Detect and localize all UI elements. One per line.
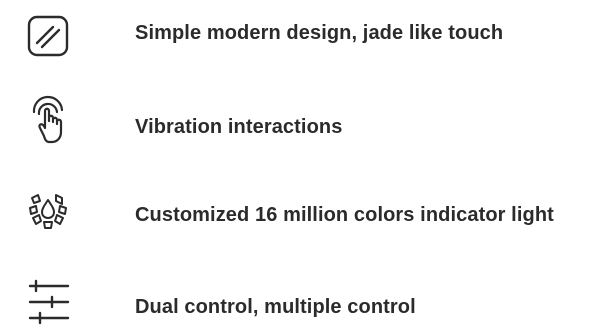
feature-item-colors: Customized 16 million colors indicator l… [0,184,596,244]
feature-label-design: Simple modern design, jade like touch [135,22,504,44]
color-light-ring-icon [22,184,74,236]
vibration-touch-icon [22,94,74,146]
feature-item-design: Simple modern design, jade like touch [0,2,596,62]
feature-item-control: Dual control, multiple control [0,272,596,332]
feature-label-colors: Customized 16 million colors indicator l… [135,204,554,226]
slash-square-icon [22,10,74,62]
feature-item-vibration: Vibration interactions [0,94,596,154]
feature-label-vibration: Vibration interactions [135,116,343,138]
feature-label-control: Dual control, multiple control [135,296,416,318]
control-sliders-icon [22,276,74,328]
